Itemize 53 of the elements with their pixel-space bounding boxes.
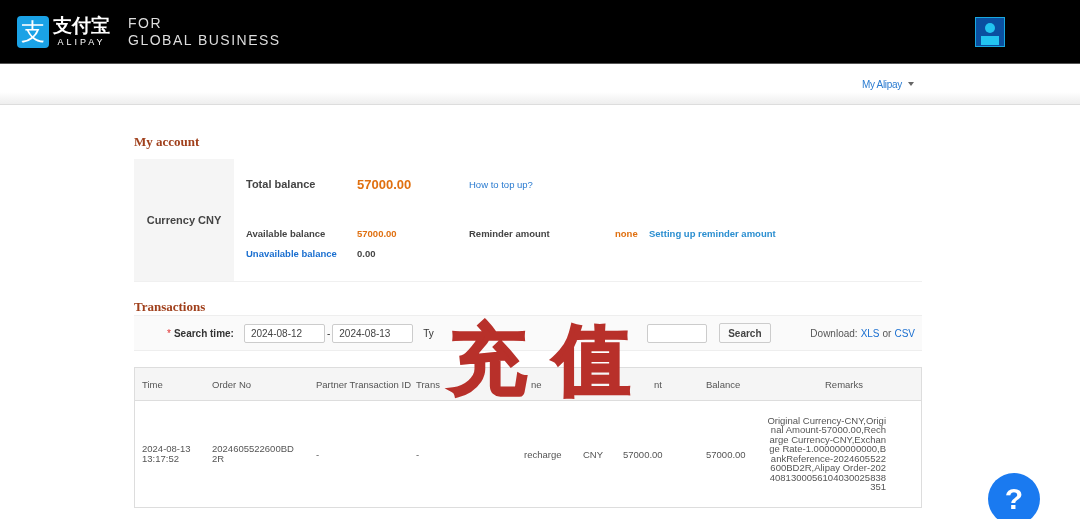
nav-menu[interactable]: My Alipay [861, 78, 914, 90]
table-cell: - [316, 448, 320, 460]
unavailable-link[interactable]: Unavailable balance [246, 248, 357, 259]
column-header: Order No [212, 378, 252, 390]
section-title: My account [134, 134, 201, 151]
top-up-link[interactable]: How to top up? [469, 178, 615, 190]
or-text: or [882, 327, 892, 339]
column-header: Remarks [825, 378, 863, 390]
available-value: 57000.00 [357, 227, 398, 239]
csv-link[interactable]: CSV [894, 327, 915, 339]
total-label: Total balance [246, 178, 317, 190]
column-header: Time [142, 378, 163, 390]
logo-name: 支付宝 [53, 15, 110, 36]
reminder-value: none [615, 227, 639, 239]
xls-link[interactable]: XLS [860, 327, 880, 339]
table-cell-text: 2024605522600BD2R [212, 444, 295, 464]
logo-latin: ALIPAY [57, 35, 106, 48]
table-cell-text: 2024-08-13 13:17:52 [142, 444, 192, 464]
column-header: ne [531, 378, 542, 390]
date-field[interactable]: 2024-08-12 [243, 323, 325, 343]
tagline-text: FOR [128, 14, 164, 32]
tagline-text: GLOBAL BUSINESS [128, 31, 281, 49]
table-cell: 57000.00 [706, 448, 746, 460]
overlay-character: 值 [554, 318, 630, 402]
caret-icon [908, 82, 914, 86]
table-cell: CNY [583, 448, 604, 460]
search-button[interactable]: Search [718, 323, 771, 343]
overlay-character: 充 [450, 318, 526, 402]
date-field[interactable]: 2024-08-13 [332, 323, 414, 343]
type-label: Ty [423, 327, 434, 339]
unavailable-value: 0.00 [357, 248, 377, 259]
search-time-label: Search time: [173, 327, 234, 339]
logo-icon[interactable]: 支 [17, 15, 49, 48]
column-header: nt [654, 378, 662, 390]
table-cell: Original Currency-CNY,Original Amount-57000.00,Recharge Currency-CNY,Exchange Rate-1.000000000000,BankReference-2024605522600BD2R,Alipay Order-2024081300056104030025838351 [766, 415, 886, 492]
total-value: 57000.00 [357, 176, 413, 192]
column-header: Balance [706, 378, 741, 390]
date-separator: - [326, 327, 331, 339]
column-header: Partner Transaction ID [316, 378, 412, 390]
help-button[interactable]: ? [988, 473, 1040, 519]
table-cell: recharge [524, 448, 562, 460]
input-field[interactable] [646, 323, 707, 343]
table-cell: - [416, 448, 420, 460]
download-label: Download: [810, 327, 858, 339]
available-label: Available balance [246, 227, 327, 239]
required-mark: * [167, 327, 171, 339]
table-cell: 57000.00 [623, 448, 663, 460]
currency-panel: Currency CNY [134, 159, 234, 281]
reminder-label: Reminder amount [469, 227, 551, 239]
section-title: Transactions [134, 299, 207, 315]
reminder-link[interactable]: Setting up reminder amount [649, 227, 809, 239]
column-header: Trans [416, 378, 440, 390]
user-avatar-icon[interactable] [975, 16, 1005, 47]
